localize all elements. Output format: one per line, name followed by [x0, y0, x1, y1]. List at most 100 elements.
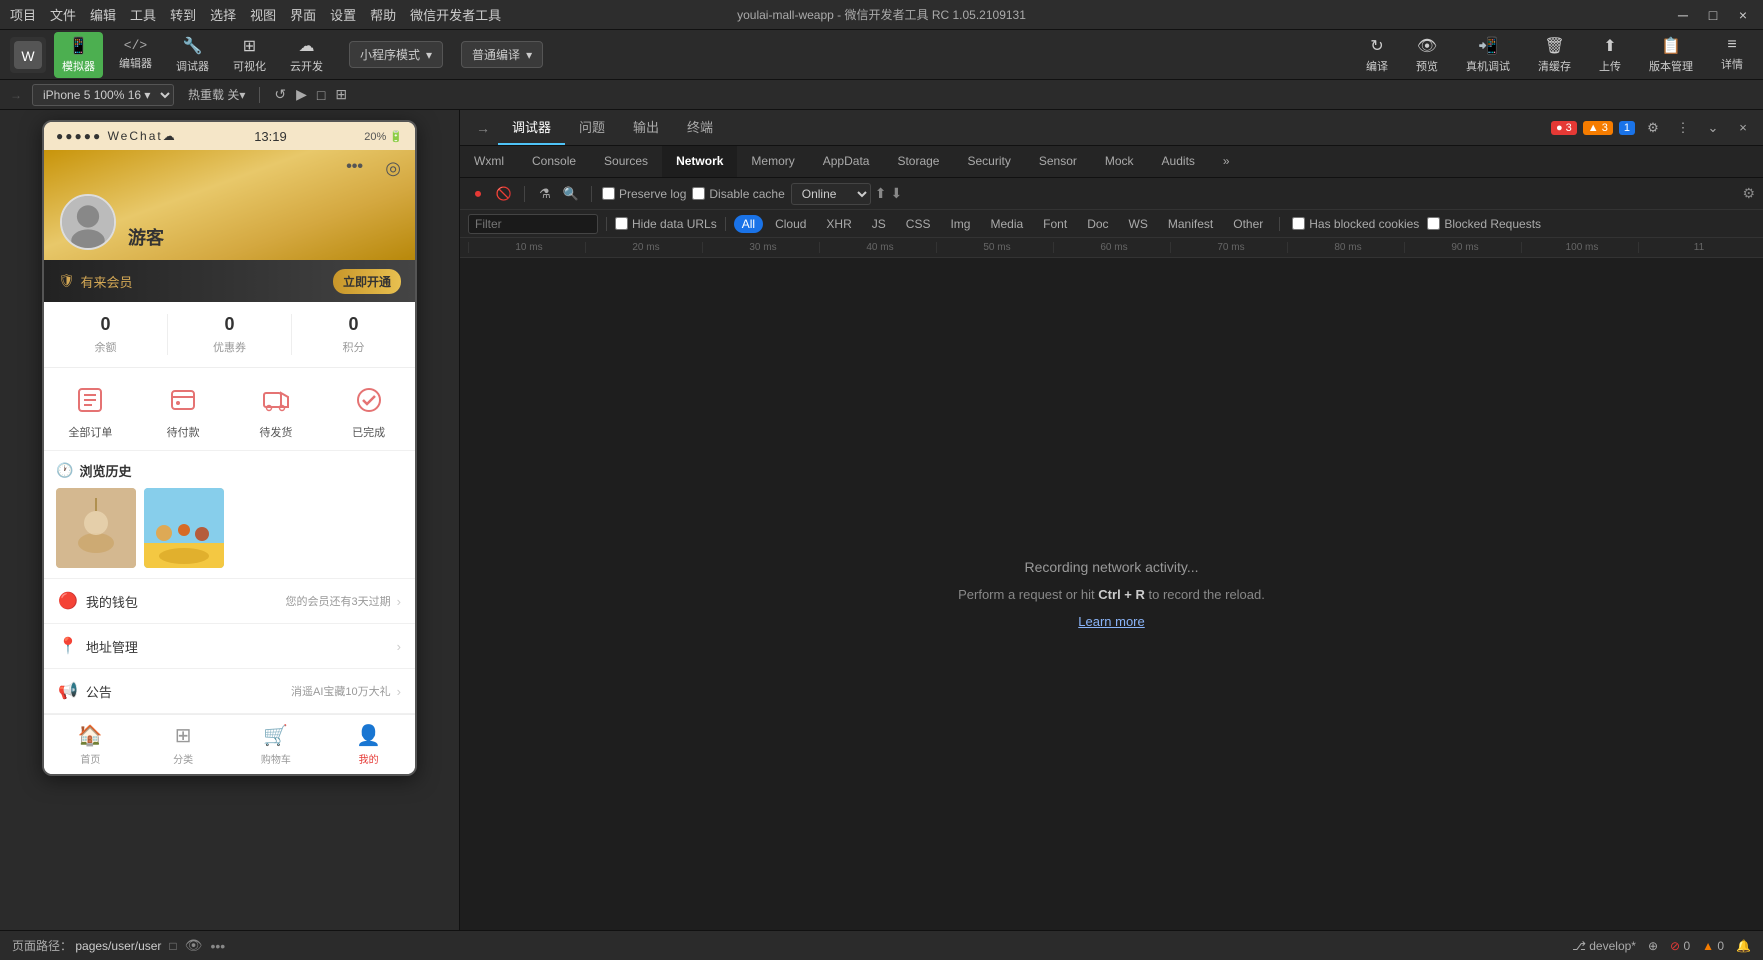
filter-doc-btn[interactable]: Doc: [1079, 215, 1116, 233]
tab-output[interactable]: 输出: [619, 110, 673, 145]
expand-icon[interactable]: →: [468, 110, 498, 145]
mode-selector[interactable]: 小程序模式 ▾: [349, 41, 443, 68]
record-button[interactable]: ⏺: [468, 184, 488, 204]
filter-cloud-btn[interactable]: Cloud: [767, 215, 814, 233]
phone-frame-icon[interactable]: □: [317, 87, 325, 103]
menu-view[interactable]: 视图: [250, 5, 276, 24]
eye-preview-icon[interactable]: 👁: [185, 937, 203, 954]
order-completed[interactable]: 已完成: [322, 382, 415, 440]
filter-media-btn[interactable]: Media: [982, 215, 1031, 233]
filter-manifest-btn[interactable]: Manifest: [1160, 215, 1221, 233]
network-filter-input[interactable]: [468, 214, 598, 234]
upload-button[interactable]: ⬆ 上传: [1589, 32, 1631, 78]
filter-all-btn[interactable]: All: [734, 215, 763, 233]
version-mgmt-button[interactable]: 📋 版本管理: [1639, 32, 1703, 78]
refresh-simulator-icon[interactable]: ↺: [274, 86, 286, 103]
close-button[interactable]: ×: [1733, 7, 1753, 23]
minimize-button[interactable]: ─: [1673, 7, 1693, 23]
hide-data-urls-label[interactable]: Hide data URLs: [615, 217, 717, 231]
learn-more-link[interactable]: Learn more: [1078, 614, 1144, 629]
filter-js-btn[interactable]: JS: [864, 215, 894, 233]
visualize-button[interactable]: ⊞ 可视化: [225, 32, 274, 78]
preserve-log-label[interactable]: Preserve log: [602, 187, 686, 201]
simulator-button[interactable]: 📱 模拟器: [54, 32, 103, 78]
clear-log-button[interactable]: 🚫: [494, 184, 514, 204]
connection-selector[interactable]: Online Offline Slow 3G Fast 3G: [791, 183, 871, 205]
menu-wechat-tools[interactable]: 微信开发者工具: [410, 5, 501, 24]
download-throttle-icon[interactable]: ⬇: [890, 185, 902, 202]
settings-icon[interactable]: ⚙: [1641, 116, 1665, 140]
network-settings-icon[interactable]: ⚙: [1742, 185, 1755, 202]
filter-font-btn[interactable]: Font: [1035, 215, 1075, 233]
wallet-menu-item[interactable]: 🔴 我的钱包 您的会员还有3天过期 ›: [44, 579, 415, 624]
phone-menu-dots-btn[interactable]: •••: [346, 158, 363, 176]
tab-terminal[interactable]: 终端: [673, 110, 727, 145]
nav-categories[interactable]: ⊞ 分类: [137, 715, 230, 774]
history-image-2[interactable]: [144, 488, 224, 568]
tab-security[interactable]: Security: [953, 146, 1024, 177]
menu-tools[interactable]: 工具: [130, 5, 156, 24]
detail-button[interactable]: ≡ 详情: [1711, 32, 1753, 78]
order-all[interactable]: 全部订单: [44, 382, 137, 440]
menu-edit[interactable]: 编辑: [90, 5, 116, 24]
order-pending-ship[interactable]: 待发货: [230, 382, 323, 440]
tab-debugger[interactable]: 调试器: [498, 110, 565, 145]
activate-membership-button[interactable]: 立即开通: [333, 269, 401, 294]
nav-profile[interactable]: 👤 我的: [322, 715, 415, 774]
blocked-requests-checkbox[interactable]: [1427, 217, 1440, 230]
phone-camera-btn[interactable]: ◎: [385, 158, 401, 179]
announcement-menu-item[interactable]: 📢 公告 消遥AI宝藏10万大礼 ›: [44, 669, 415, 714]
tab-appdata[interactable]: AppData: [809, 146, 884, 177]
history-image-1[interactable]: [56, 488, 136, 568]
menu-settings[interactable]: 设置: [330, 5, 356, 24]
preview-button[interactable]: 👁 预览: [1406, 32, 1448, 78]
address-menu-item[interactable]: 📍 地址管理 ›: [44, 624, 415, 669]
disable-cache-checkbox[interactable]: [692, 187, 705, 200]
upload-throttle-icon[interactable]: ⬆: [875, 185, 887, 202]
tab-mock[interactable]: Mock: [1091, 146, 1148, 177]
nav-cart[interactable]: 🛒 购物车: [230, 715, 323, 774]
clear-cache-button[interactable]: 🗑 清缓存: [1528, 32, 1581, 78]
tab-wxml[interactable]: Wxml: [460, 146, 518, 177]
preserve-log-checkbox[interactable]: [602, 187, 615, 200]
nav-home[interactable]: 🏠 首页: [44, 715, 137, 774]
cloud-button[interactable]: ☁ 云开发: [282, 32, 331, 78]
bell-icon[interactable]: 🔔: [1736, 939, 1751, 953]
menu-help[interactable]: 帮助: [370, 5, 396, 24]
tab-issues[interactable]: 问题: [565, 110, 619, 145]
more-options-icon[interactable]: ⋮: [1671, 116, 1695, 140]
tab-more-inner[interactable]: »: [1209, 146, 1244, 177]
translate-selector[interactable]: 普通编译 ▾: [461, 41, 543, 68]
device-selector[interactable]: iPhone 5 100% 16 ▾: [32, 84, 174, 106]
menu-select[interactable]: 选择: [210, 5, 236, 24]
compile-button[interactable]: ↻ 编译: [1356, 32, 1398, 78]
tab-network[interactable]: Network: [662, 146, 737, 177]
maximize-button[interactable]: □: [1703, 7, 1723, 23]
tab-sources[interactable]: Sources: [590, 146, 662, 177]
close-devtools-icon[interactable]: ×: [1731, 116, 1755, 140]
filter-img-btn[interactable]: Img: [942, 215, 978, 233]
tab-storage[interactable]: Storage: [883, 146, 953, 177]
menu-interface[interactable]: 界面: [290, 5, 316, 24]
tab-audits[interactable]: Audits: [1148, 146, 1209, 177]
tab-sensor[interactable]: Sensor: [1025, 146, 1091, 177]
tab-memory[interactable]: Memory: [737, 146, 808, 177]
order-pending-payment[interactable]: 待付款: [137, 382, 230, 440]
hide-data-urls-checkbox[interactable]: [615, 217, 628, 230]
search-button[interactable]: 🔍: [561, 184, 581, 204]
collapse-icon[interactable]: ⌄: [1701, 116, 1725, 140]
filter-css-btn[interactable]: CSS: [898, 215, 939, 233]
filter-other-btn[interactable]: Other: [1225, 215, 1271, 233]
more-actions-icon[interactable]: •••: [210, 938, 225, 954]
has-blocked-cookies-checkbox[interactable]: [1292, 217, 1305, 230]
menu-goto[interactable]: 转到: [170, 5, 196, 24]
filter-icon[interactable]: ⚗: [535, 184, 555, 204]
disable-cache-label[interactable]: Disable cache: [692, 187, 784, 201]
real-debug-button[interactable]: 📲 真机调试: [1456, 32, 1520, 78]
menu-project[interactable]: 项目: [10, 5, 36, 24]
tab-console[interactable]: Console: [518, 146, 590, 177]
filter-xhr-btn[interactable]: XHR: [818, 215, 859, 233]
filter-ws-btn[interactable]: WS: [1121, 215, 1156, 233]
hot-reload-toggle[interactable]: 热重载 关▾: [188, 86, 245, 103]
has-blocked-cookies-label[interactable]: Has blocked cookies: [1292, 217, 1419, 231]
